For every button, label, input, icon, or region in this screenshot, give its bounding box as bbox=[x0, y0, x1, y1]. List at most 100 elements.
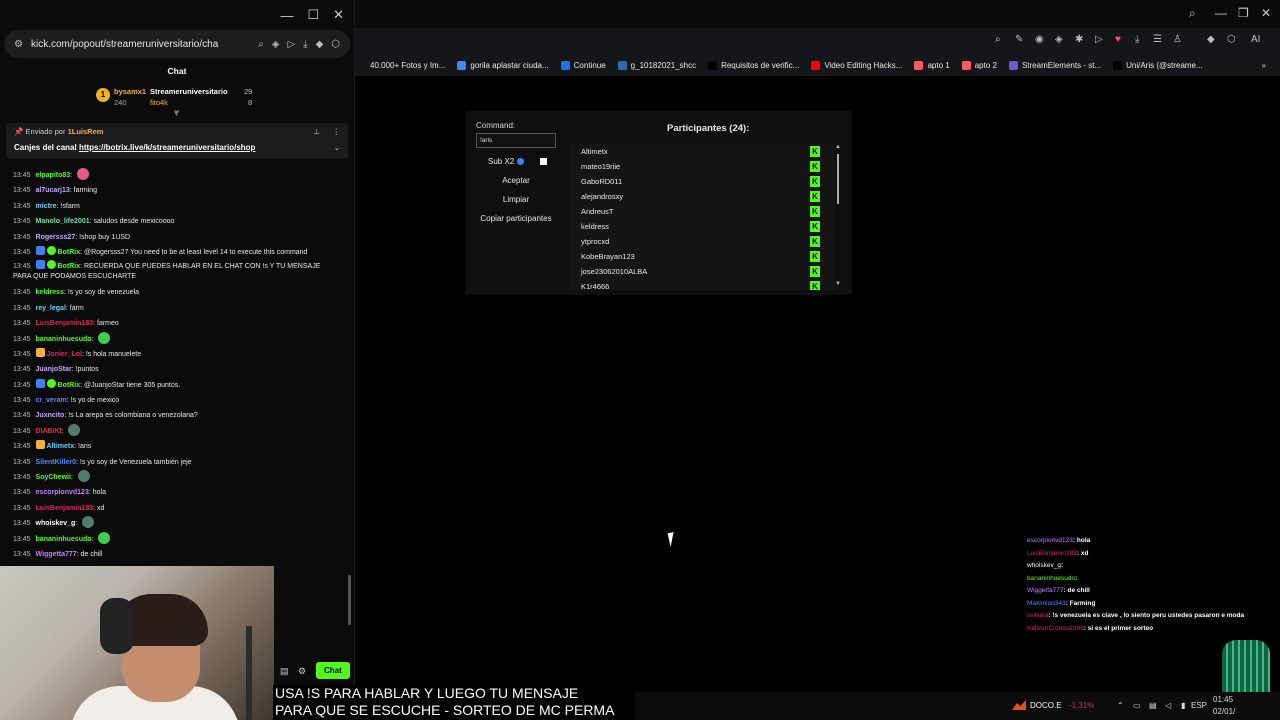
shield-icon[interactable]: ◈ bbox=[272, 39, 280, 50]
message-username[interactable]: cr_veram bbox=[36, 397, 67, 404]
accept-button[interactable]: Aceptar bbox=[476, 176, 556, 185]
extension-icon[interactable]: ◆ bbox=[316, 39, 324, 50]
kick-logo-icon[interactable]: K bbox=[810, 176, 820, 187]
bookmark-item[interactable]: Requisitos de verific... bbox=[708, 60, 799, 70]
bookmark-item[interactable]: apto 1 bbox=[914, 60, 950, 70]
language-indicator[interactable]: ESP bbox=[1191, 701, 1207, 710]
download-icon[interactable]: ⤓ bbox=[1135, 34, 1139, 45]
pinned-sender-name[interactable]: 1LuisRem bbox=[68, 127, 104, 136]
sub-x2-checkbox[interactable] bbox=[540, 158, 547, 165]
message-username[interactable]: mictre bbox=[36, 203, 57, 210]
kick-logo-icon[interactable]: K bbox=[810, 191, 820, 202]
chevron-down-icon[interactable]: ⌄ bbox=[334, 143, 340, 152]
url-text[interactable]: kick.com/popout/streameruniversitario/ch… bbox=[31, 39, 250, 50]
message-username[interactable]: escorpionvd123 bbox=[36, 489, 89, 496]
message-username[interactable]: BotRix bbox=[58, 382, 81, 389]
scroll-thumb[interactable] bbox=[837, 154, 839, 204]
volume-icon[interactable]: ◁ bbox=[1165, 701, 1171, 710]
bookmark-item[interactable]: Continue bbox=[560, 60, 606, 70]
camera-icon[interactable]: ◉ bbox=[1035, 34, 1044, 45]
display-icon[interactable]: ▭ bbox=[1133, 701, 1141, 710]
message-username[interactable]: BotRix bbox=[58, 263, 81, 270]
message-username[interactable]: al7ucarj13 bbox=[36, 187, 70, 194]
gift-icon[interactable]: ▤ bbox=[280, 666, 290, 676]
play-icon[interactable]: ▷ bbox=[287, 39, 295, 50]
shield-icon[interactable]: ◈ bbox=[1055, 34, 1063, 45]
expand-chevron-icon[interactable]: ⩔ bbox=[174, 107, 179, 118]
message-username[interactable]: SilentKiller0 bbox=[36, 459, 76, 466]
kick-logo-icon[interactable]: K bbox=[810, 266, 820, 277]
pinned-link[interactable]: https://botrix.live/k/streameruniversita… bbox=[79, 143, 256, 152]
leader-1-name[interactable]: bysamx1 bbox=[114, 87, 146, 96]
kick-logo-icon[interactable]: K bbox=[810, 146, 820, 157]
minimize-button[interactable]: — bbox=[1215, 6, 1227, 20]
message-username[interactable]: Wiggetta777 bbox=[36, 551, 77, 558]
network-icon[interactable]: ▤ bbox=[1149, 701, 1157, 710]
scroll-up-icon[interactable]: ▲ bbox=[835, 144, 841, 150]
message-username[interactable]: elpapito83 bbox=[36, 172, 71, 179]
pinned-message[interactable]: 📌 Enviado por 1LuisRem Canjes del canal … bbox=[6, 123, 348, 159]
maximize-button[interactable]: ☐ bbox=[307, 7, 319, 23]
bookmarks-overflow-icon[interactable]: » bbox=[1262, 61, 1266, 70]
leader-2-name[interactable]: Streameruniversitario bbox=[150, 87, 228, 96]
scroll-down-icon[interactable]: ▼ bbox=[835, 281, 841, 287]
bookmark-item[interactable]: 40.000+ Fotos y Im... bbox=[357, 60, 445, 70]
bookmark-item[interactable]: apto 2 bbox=[961, 60, 997, 70]
kick-logo-icon[interactable]: K bbox=[810, 161, 820, 172]
puzzle-icon[interactable]: ⬡ bbox=[1227, 34, 1236, 45]
kick-logo-icon[interactable]: K bbox=[810, 206, 820, 217]
kick-logo-icon[interactable]: K bbox=[810, 251, 820, 262]
close-button[interactable]: ✕ bbox=[333, 7, 344, 23]
ai-button[interactable]: AI bbox=[1251, 34, 1260, 45]
heart-icon[interactable]: ♥ bbox=[1115, 34, 1121, 45]
popout-scrollbar[interactable] bbox=[348, 575, 351, 625]
play-icon[interactable]: ▷ bbox=[1095, 34, 1103, 45]
extension-diamond-icon[interactable]: ◆ bbox=[1207, 34, 1215, 45]
clock-time[interactable]: 01:45 bbox=[1213, 695, 1233, 704]
tray-chevron-icon[interactable]: ⌃ bbox=[1117, 701, 1124, 710]
message-username[interactable]: Jonier_Lol bbox=[47, 351, 82, 358]
message-username[interactable]: SoyChewii bbox=[36, 474, 71, 481]
close-button[interactable]: ✕ bbox=[1261, 6, 1271, 20]
zoom-icon[interactable]: ⌕ bbox=[258, 39, 264, 50]
extension-icon[interactable]: ✱ bbox=[1075, 34, 1083, 45]
message-username[interactable]: DIABIKI bbox=[36, 428, 62, 435]
message-username[interactable]: Juxncito bbox=[36, 412, 65, 419]
puzzle-icon[interactable]: ⬡ bbox=[331, 39, 340, 50]
address-bar[interactable]: ⚙ kick.com/popout/streameruniversitario/… bbox=[4, 30, 350, 58]
profile-icon[interactable]: ♙ bbox=[1173, 34, 1182, 45]
bookmark-item[interactable]: gorila aplastar ciuda... bbox=[457, 60, 549, 70]
message-username[interactable]: JuanjoStar bbox=[36, 366, 72, 373]
bookmark-item[interactable]: StreamElements - st... bbox=[1008, 60, 1101, 70]
message-username[interactable]: rey_legal bbox=[36, 305, 66, 312]
bookmark-item[interactable]: g_10182021_shcc bbox=[617, 60, 696, 70]
battery-icon[interactable]: ▮ bbox=[1181, 701, 1185, 710]
leader-3-name[interactable]: fito4k bbox=[150, 98, 168, 107]
command-input[interactable] bbox=[476, 133, 556, 148]
restore-button[interactable]: ❐ bbox=[1238, 6, 1249, 20]
minimize-button[interactable]: — bbox=[280, 8, 293, 23]
search-tabs-icon[interactable]: ⌕ bbox=[1189, 6, 1196, 21]
clock-date[interactable]: 02/01/ bbox=[1213, 707, 1235, 716]
message-username[interactable]: Manolo_life2001 bbox=[36, 218, 90, 225]
chat-send-button[interactable]: Chat bbox=[316, 662, 350, 679]
kick-logo-icon[interactable]: K bbox=[810, 236, 820, 247]
message-username[interactable]: BotRix bbox=[58, 249, 81, 256]
zoom-icon[interactable]: ⌕ bbox=[995, 34, 1001, 45]
bookmark-item[interactable]: Uni/Aris (@streame... bbox=[1113, 60, 1203, 70]
stock-name[interactable]: DOCO.E bbox=[1030, 701, 1062, 710]
kick-logo-icon[interactable]: K bbox=[810, 281, 820, 290]
copy-participants-button[interactable]: Copiar participantes bbox=[476, 214, 556, 223]
unpin-icon[interactable]: ⊥ bbox=[313, 127, 320, 136]
message-username[interactable]: keldress bbox=[36, 289, 64, 296]
bookmark-item[interactable]: Video Editing Hacks... bbox=[811, 60, 902, 70]
kick-logo-icon[interactable]: K bbox=[810, 221, 820, 232]
menu-icon[interactable]: ☰ bbox=[1153, 34, 1162, 45]
settings-icon[interactable]: ⚙ bbox=[298, 666, 308, 676]
download-icon[interactable]: ⤓ bbox=[303, 39, 307, 50]
message-username[interactable]: Altimetx bbox=[47, 443, 75, 450]
message-username[interactable]: bananinhuesudo bbox=[36, 536, 92, 543]
message-username[interactable]: LuisBenjamin183 bbox=[36, 320, 94, 327]
site-info-icon[interactable]: ⚙ bbox=[14, 39, 23, 50]
message-username[interactable]: Rogersss27 bbox=[36, 234, 76, 241]
